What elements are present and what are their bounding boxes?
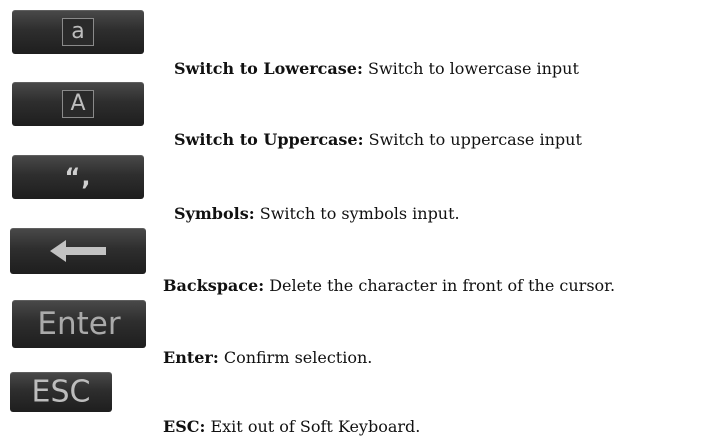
lowercase-description: Switch to Lowercase: Switch to lowercase… xyxy=(174,59,579,78)
enter-description: Enter: Confirm selection. xyxy=(163,348,372,367)
backspace-description: Backspace: Delete the character in front… xyxy=(163,276,615,295)
backspace-key[interactable] xyxy=(10,228,146,274)
uppercase-description: Switch to Uppercase: Switch to uppercase… xyxy=(174,130,582,149)
symbols-key[interactable]: “, xyxy=(12,155,144,199)
backspace-title: Backspace: xyxy=(163,276,265,295)
symbols-title: Symbols: xyxy=(174,204,255,223)
uppercase-text: Switch to uppercase input xyxy=(363,130,582,149)
symbols-text: Switch to symbols input. xyxy=(254,204,460,223)
esc-key[interactable]: ESC xyxy=(10,372,112,412)
enter-label: Enter xyxy=(37,306,121,342)
enter-text: Confirm selection. xyxy=(218,348,373,367)
enter-key[interactable]: Enter xyxy=(12,300,146,348)
esc-text: Exit out of Soft Keyboard. xyxy=(205,417,421,436)
esc-label: ESC xyxy=(31,374,91,410)
uppercase-key[interactable]: A xyxy=(12,82,144,126)
symbols-icon: “, xyxy=(64,163,92,191)
lowercase-a-icon: a xyxy=(62,18,94,46)
lowercase-title: Switch to Lowercase: xyxy=(174,59,363,78)
uppercase-title: Switch to Uppercase: xyxy=(174,130,364,149)
esc-description: ESC: Exit out of Soft Keyboard. xyxy=(163,417,420,436)
symbols-description: Symbols: Switch to symbols input. xyxy=(174,204,460,223)
esc-title: ESC: xyxy=(163,417,206,436)
lowercase-key[interactable]: a xyxy=(12,10,144,54)
uppercase-a-icon: A xyxy=(62,90,94,118)
enter-title: Enter: xyxy=(163,348,219,367)
lowercase-text: Switch to lowercase input xyxy=(362,59,579,78)
left-arrow-icon xyxy=(50,240,106,262)
backspace-text: Delete the character in front of the cur… xyxy=(264,276,616,295)
